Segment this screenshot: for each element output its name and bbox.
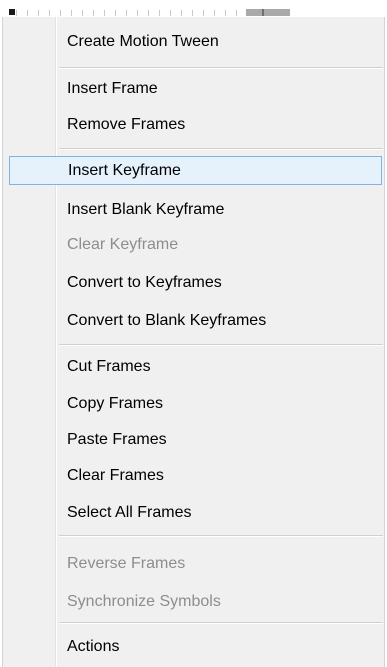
- menu-item-insert-frame[interactable]: Insert Frame: [3, 74, 384, 103]
- menu-item-convert-to-blank-keyframes[interactable]: Convert to Blank Keyframes: [3, 306, 384, 335]
- menu-item-select-all-frames[interactable]: Select All Frames: [3, 498, 384, 527]
- selected-frames-block[interactable]: [246, 9, 290, 16]
- menu-separator: [59, 67, 383, 69]
- menu-item-insert-blank-keyframe[interactable]: Insert Blank Keyframe: [3, 195, 384, 224]
- menu-separator: [59, 148, 383, 150]
- timeline-strip[interactable]: [0, 0, 387, 17]
- menu-item-actions[interactable]: Actions: [3, 632, 384, 661]
- menu-item-copy-frames[interactable]: Copy Frames: [3, 389, 384, 418]
- menu-item-clear-keyframe: Clear Keyframe: [67, 236, 179, 253]
- menu-item-create-motion-tween[interactable]: Create Motion Tween: [3, 27, 384, 56]
- menu-item-insert-keyframe[interactable]: Insert Keyframe: [9, 156, 382, 185]
- menu-item-cut-frames[interactable]: Cut Frames: [3, 352, 384, 381]
- menu-item-paste-frames[interactable]: Paste Frames: [3, 425, 384, 454]
- context-menu: Create Motion Tween Insert Frame Remove …: [2, 17, 385, 667]
- menu-separator: [59, 344, 383, 346]
- menu-item-remove-frames[interactable]: Remove Frames: [3, 110, 384, 139]
- menu-item-reverse-frames: Reverse Frames: [67, 555, 186, 572]
- frame-ticks: [16, 10, 246, 16]
- menu-item-clear-frames[interactable]: Clear Frames: [3, 461, 384, 490]
- playhead-marker: [9, 9, 15, 15]
- menu-item-convert-to-keyframes[interactable]: Convert to Keyframes: [3, 268, 384, 297]
- menu-item-synchronize-symbols: Synchronize Symbols: [67, 593, 221, 610]
- menu-separator: [59, 535, 383, 537]
- menu-separator: [59, 622, 383, 624]
- screen: Create Motion Tween Insert Frame Remove …: [0, 0, 387, 667]
